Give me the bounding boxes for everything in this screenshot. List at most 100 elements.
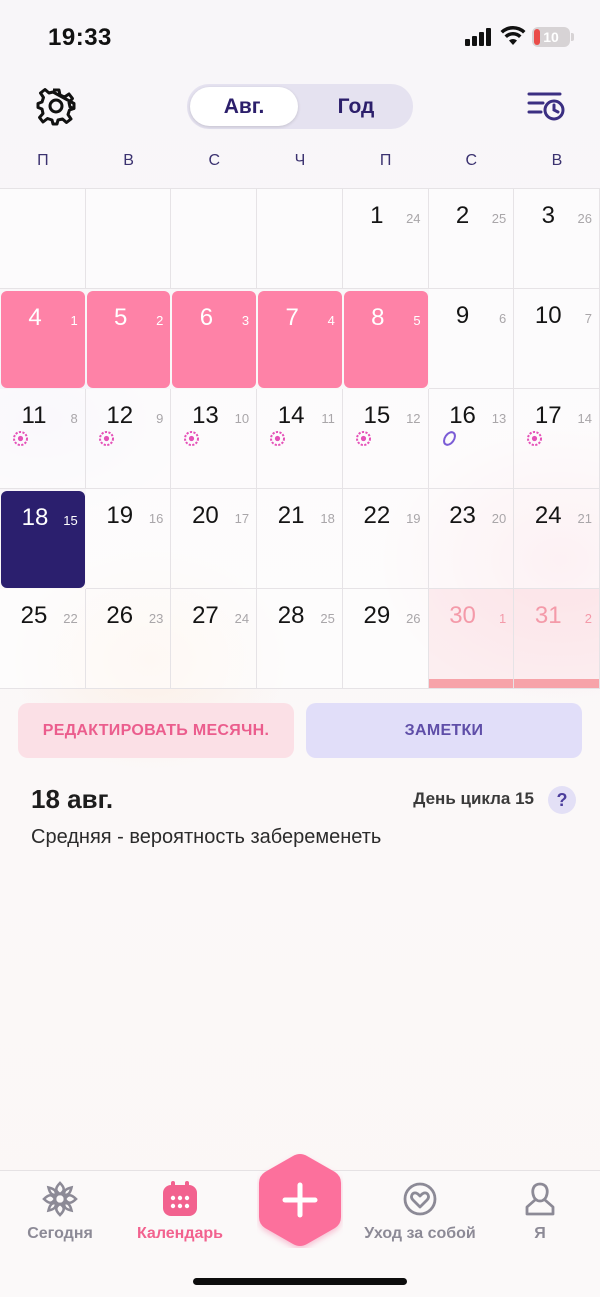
calendar-empty-cell bbox=[171, 189, 258, 289]
calendar-day-cell[interactable]: 20 17 bbox=[171, 489, 258, 589]
calendar-day-cell[interactable]: 41 bbox=[1, 291, 85, 388]
predicted-period-bar bbox=[514, 679, 599, 688]
calendar-day-cell[interactable]: 63 bbox=[172, 291, 257, 388]
status-time: 19:33 bbox=[48, 24, 112, 51]
cycle-day-number: 21 bbox=[577, 511, 592, 526]
calendar-day-cell[interactable]: 96 bbox=[428, 289, 515, 389]
cycle-day-number: 19 bbox=[406, 511, 421, 526]
cycle-day-number: 10 bbox=[234, 411, 250, 426]
fertility-chance-text: Средняя - вероятность забеременеть bbox=[31, 826, 382, 848]
cycle-day-number: 15 bbox=[63, 513, 78, 528]
calendar-day-cell[interactable]: 13 10 bbox=[171, 389, 258, 489]
fertile-window-icon bbox=[98, 431, 114, 446]
cycle-day-number: 25 bbox=[491, 211, 507, 226]
calendar-day-cell[interactable]: 29 26 bbox=[342, 589, 429, 689]
weekday-label: П bbox=[37, 152, 49, 169]
status-bar: 19:33 10 bbox=[0, 0, 600, 76]
weekday-header: П В С Ч П С В bbox=[0, 152, 600, 182]
calendar-empty-cell bbox=[257, 189, 343, 289]
cycle-day-number: 26 bbox=[406, 611, 421, 626]
cycle-day-number: 13 bbox=[491, 411, 507, 426]
cycle-day-number: 20 bbox=[491, 511, 507, 526]
calendar-day-cell[interactable]: 23 20 bbox=[428, 489, 515, 589]
weekday-label: П bbox=[379, 152, 392, 169]
calendar-day-cell[interactable]: 31 2 bbox=[514, 589, 600, 689]
cycle-day-number: 11 bbox=[321, 411, 335, 426]
cycle-day-number: 8 bbox=[70, 411, 78, 426]
calendar-day-cell[interactable]: 21 18 bbox=[257, 489, 343, 589]
weekday-label: Ч bbox=[294, 152, 306, 169]
calendar-day-cell[interactable]: 12 9 bbox=[85, 389, 172, 489]
calendar-icon bbox=[163, 1181, 197, 1216]
cycle-day-number: 26 bbox=[577, 211, 592, 226]
calendar-day-cell[interactable]: 1 24 bbox=[342, 189, 429, 289]
cycle-day-number: 2 bbox=[584, 611, 592, 626]
cycle-day-number: 6 bbox=[499, 311, 507, 326]
weekday-label: С bbox=[465, 152, 478, 169]
battery-icon: 10 bbox=[532, 27, 570, 47]
calendar-day-cell[interactable]: 25 22 bbox=[0, 589, 86, 689]
cycle-day-number: 23 bbox=[148, 611, 164, 626]
calendar-day-cell[interactable]: 22 19 bbox=[342, 489, 429, 589]
calendar-grid: 1 24 2 25 3 26 4 1 5 2 6 3 7 4 8 5 9 6 10 7 11 8 12 9 13 10 14 11 15… bbox=[0, 188, 600, 689]
fertile-window-icon bbox=[355, 431, 371, 446]
cycle-day-number: 24 bbox=[234, 611, 250, 626]
calendar-day-cell[interactable]: 27 24 bbox=[171, 589, 258, 689]
ovulation-icon bbox=[442, 431, 456, 446]
view-segmented-control: Авг. Год bbox=[187, 84, 413, 129]
cycle-day-number: 22 bbox=[63, 611, 78, 626]
calendar-day-cell[interactable]: 3 26 bbox=[514, 189, 600, 289]
calendar-day-cell[interactable]: 52 bbox=[86, 291, 171, 388]
notes-button[interactable]: ЗАМЕТКИ bbox=[306, 703, 582, 758]
calendar-day-cell[interactable]: 85 bbox=[343, 291, 428, 388]
cycle-day-number: 1 bbox=[70, 313, 78, 328]
calendar-day-cell[interactable]: 10 7 bbox=[514, 289, 600, 389]
cycle-day-number: 4 bbox=[327, 313, 335, 328]
calendar-empty-cell bbox=[0, 189, 86, 289]
predicted-period-bar bbox=[428, 679, 514, 688]
cycle-day-number: 3 bbox=[241, 313, 250, 328]
weekday-label: С bbox=[208, 152, 220, 169]
calendar-day-cell[interactable]: 17 14 bbox=[514, 389, 600, 489]
calendar-day-cell[interactable]: 16 13 bbox=[428, 389, 515, 489]
home-indicator bbox=[193, 1278, 407, 1285]
calendar-day-cell[interactable]: 15 12 bbox=[342, 389, 429, 489]
calendar-day-cell[interactable]: 26 23 bbox=[85, 589, 172, 689]
fertile-window-icon bbox=[184, 431, 200, 446]
add-log-button[interactable] bbox=[257, 1152, 343, 1248]
fertile-window-icon bbox=[270, 431, 286, 446]
self-care-icon bbox=[403, 1182, 437, 1216]
tab-label: Я bbox=[534, 1225, 546, 1242]
calendar-day-cell[interactable]: 19 16 bbox=[85, 489, 172, 589]
cycle-day-number: 9 bbox=[156, 411, 164, 426]
cycle-day-number: 25 bbox=[320, 611, 335, 626]
cycle-day-number: 24 bbox=[406, 211, 421, 226]
calendar-day-cell[interactable]: 2 25 bbox=[428, 189, 515, 289]
settings-gear-icon[interactable] bbox=[36, 86, 76, 126]
calendar-day-cell[interactable]: 28 25 bbox=[257, 589, 343, 689]
tab-year[interactable]: Год bbox=[302, 87, 410, 126]
cycle-day-label: День цикла 15 bbox=[413, 789, 534, 808]
edit-period-button[interactable]: РЕДАКТИРОВАТЬ МЕСЯЧН. bbox=[18, 703, 294, 758]
cycle-day-number: 5 bbox=[413, 313, 421, 328]
tab-label: Календарь bbox=[136, 1225, 224, 1242]
selected-date: 18 авг. bbox=[31, 784, 114, 814]
calendar-day-cell[interactable]: 74 bbox=[258, 291, 342, 388]
wifi-icon bbox=[500, 25, 526, 45]
calendar-day-cell[interactable]: 30 1 bbox=[428, 589, 515, 689]
calendar-day-cell[interactable]: 24 21 bbox=[514, 489, 600, 589]
fertile-window-icon bbox=[13, 431, 28, 446]
weekday-label: В bbox=[551, 152, 563, 169]
cycle-history-icon[interactable] bbox=[526, 88, 566, 124]
cycle-day-number: 18 bbox=[320, 511, 335, 526]
flower-icon bbox=[42, 1181, 78, 1217]
tab-month[interactable]: Авг. bbox=[190, 87, 298, 126]
cycle-day-number: 17 bbox=[234, 511, 250, 526]
calendar-day-cell[interactable]: 14 11 bbox=[257, 389, 343, 489]
cycle-day-number: 2 bbox=[156, 313, 164, 328]
cycle-day-number: 14 bbox=[577, 411, 592, 426]
calendar-day-cell[interactable]: 18 15 bbox=[1, 491, 85, 588]
help-button[interactable]: ? bbox=[548, 786, 576, 814]
cycle-day-number: 12 bbox=[406, 411, 421, 426]
calendar-day-cell[interactable]: 11 8 bbox=[0, 389, 86, 489]
